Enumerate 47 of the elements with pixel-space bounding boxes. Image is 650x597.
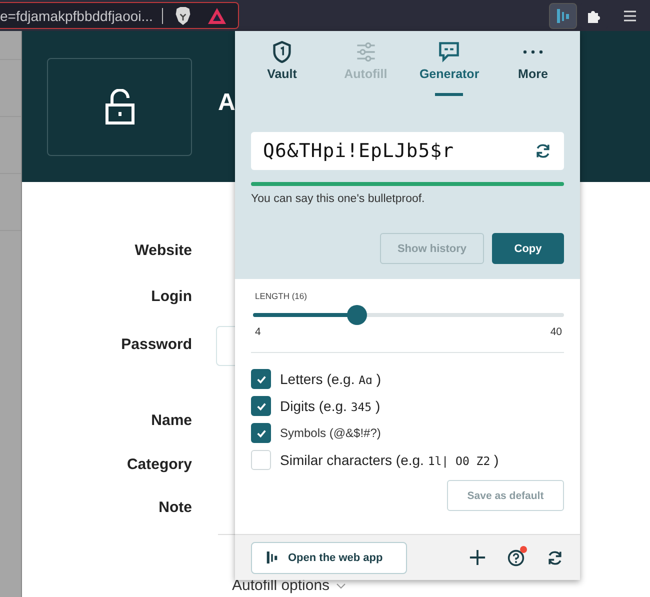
option-label: Similar characters (e.g. 1l| O0 Z2 ) [280, 452, 499, 468]
field-label: Website [134, 242, 192, 261]
address-bar[interactable]: e=fdjamakpfbbddfjaooi... [0, 2, 239, 29]
field-label: Category [126, 456, 192, 475]
lion-icon[interactable] [174, 6, 192, 26]
chevron-icon [336, 582, 346, 588]
tab[interactable]: Generator [408, 41, 490, 96]
field-label: Password [121, 336, 192, 355]
copy-button[interactable]: Copy [492, 233, 564, 264]
tab[interactable]: More [492, 41, 574, 96]
more-icon [522, 50, 544, 54]
autofill-options-link[interactable]: Autofill options [232, 577, 346, 594]
triangle-icon[interactable] [206, 6, 227, 24]
sliders-icon [354, 41, 377, 63]
bars-icon [556, 8, 570, 24]
field-label: Login [151, 288, 192, 307]
help-icon[interactable] [507, 548, 525, 566]
field-label: Name [151, 412, 192, 431]
checkbox[interactable] [251, 423, 271, 443]
option-label: Digits (e.g. 345 ) [280, 398, 380, 414]
generated-password: Q6&THpi!EpLJb5$r [263, 140, 454, 162]
min-value: 4 [255, 326, 261, 338]
plus-icon[interactable] [469, 549, 486, 566]
extension-button[interactable] [549, 2, 577, 28]
chat-icon [438, 41, 460, 63]
refresh-icon[interactable] [534, 142, 552, 160]
length-label: LENGTH (16) [255, 291, 308, 301]
page-heading: A [218, 88, 236, 116]
slider-thumb[interactable] [346, 305, 367, 325]
strength-message: You can say this one's bulletproof. [251, 193, 426, 205]
bars-icon [266, 550, 278, 565]
tab[interactable]: Vault [241, 41, 323, 96]
sync-icon[interactable] [546, 548, 564, 566]
option-label: Letters (e.g. Aɑ ) [280, 371, 382, 387]
field-label: Note [158, 499, 192, 518]
shield-icon [271, 41, 293, 63]
checkbox[interactable] [251, 369, 271, 389]
open-web-app-button[interactable]: Open the web app [251, 542, 407, 574]
lock-icon [104, 88, 134, 124]
menu-icon[interactable] [624, 10, 636, 22]
check-icon [256, 374, 266, 384]
checkbox[interactable] [251, 396, 271, 416]
option-label: Symbols (@&$!#?) [280, 426, 381, 440]
check-icon [256, 400, 266, 412]
address-text: e=fdjamakpfbbddfjaooi... [0, 8, 153, 24]
check-icon [256, 428, 266, 438]
max-value: 40 [550, 326, 562, 338]
